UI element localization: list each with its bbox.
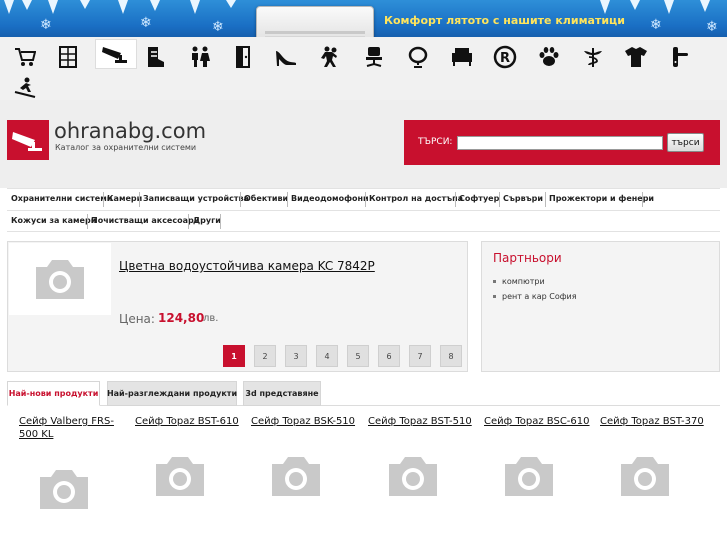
product-card: Сейф Topaz BSC-610: [484, 415, 594, 496]
camera-placeholder-icon: [40, 470, 88, 509]
price-currency: лв.: [203, 313, 219, 324]
nav-item[interactable]: Други: [193, 216, 221, 225]
banner-text: Комфорт лятото с нашите климатици: [384, 14, 625, 27]
nav-item[interactable]: Почистващи аксесоари: [91, 216, 199, 225]
snowflake-icon: ❄: [40, 17, 52, 33]
price-value: 124,80: [158, 311, 205, 325]
search-label: ТЪРСИ:: [418, 137, 453, 147]
category-people-icon[interactable]: [185, 42, 215, 72]
category-icon-bar: R: [0, 37, 727, 100]
product-card: Сейф Topaz BST-370: [600, 415, 710, 496]
product-name[interactable]: Сейф Topaz BSK-510: [251, 415, 361, 428]
product-thumbnail[interactable]: [494, 450, 564, 502]
pager-button-8[interactable]: 8: [440, 345, 462, 367]
tab-3d-view[interactable]: 3d представяне: [243, 381, 321, 406]
security-camera-icon: [12, 132, 42, 151]
category-door-handle-icon[interactable]: [664, 42, 694, 72]
pager-button-1[interactable]: 1: [223, 345, 245, 367]
nav-item[interactable]: Контрол на достъпа: [369, 194, 463, 203]
logo[interactable]: [7, 120, 49, 160]
featured-product-title[interactable]: Цветна водоустойчива камера KC 7842P: [119, 259, 375, 273]
site-header: ohranabg.com Каталог за охранителни сист…: [0, 100, 727, 188]
site-name[interactable]: ohranabg.com: [54, 119, 206, 143]
category-dancers-icon[interactable]: [315, 42, 345, 72]
camera-placeholder-icon: [156, 457, 204, 496]
promo-banner[interactable]: ❄ ❄ ❄ ❄ ❄ Комфорт лятото с нашите климат…: [0, 0, 727, 42]
partner-link[interactable]: компютри: [493, 277, 545, 286]
product-card: Сейф Topaz BST-610: [135, 415, 245, 496]
camera-placeholder-icon: [505, 457, 553, 496]
category-high-heel-icon[interactable]: [271, 42, 301, 72]
category-skier-icon[interactable]: [10, 73, 40, 103]
product-thumbnail[interactable]: [145, 450, 215, 502]
pager-button-6[interactable]: 6: [378, 345, 400, 367]
nav-item[interactable]: Обективи: [244, 194, 288, 203]
product-thumbnail[interactable]: [261, 450, 331, 502]
pager-button-4[interactable]: 4: [316, 345, 338, 367]
product-card: Сейф Topaz BSK-510: [251, 415, 361, 496]
product-tabs: Най-нови продукти Най-разглеждани продук…: [7, 381, 720, 406]
partner-link[interactable]: рент а кар София: [493, 292, 577, 301]
pager-button-2[interactable]: 2: [254, 345, 276, 367]
tab-most-viewed-products[interactable]: Най-разглеждани продукти: [107, 381, 237, 406]
category-security-camera-icon[interactable]: [95, 39, 137, 69]
snowflake-icon: ❄: [212, 19, 224, 35]
tab-newest-products[interactable]: Най-нови продукти: [7, 381, 100, 406]
category-safe-icon[interactable]: [53, 42, 83, 72]
pager-button-3[interactable]: 3: [285, 345, 307, 367]
product-name[interactable]: Сейф Topaz BST-370: [600, 415, 710, 428]
site-tagline: Каталог за охранителни системи: [55, 143, 197, 152]
product-name[interactable]: Сейф Valberg FRS-500 KL: [19, 415, 119, 441]
nav-item[interactable]: Кожуси за камери: [11, 216, 96, 225]
partners-title: Партньори: [493, 251, 562, 265]
category-tshirt-icon[interactable]: [621, 42, 651, 72]
search-panel: ТЪРСИ: търси: [404, 120, 720, 165]
category-paw-icon[interactable]: [534, 42, 564, 72]
category-mirror-icon[interactable]: [403, 42, 433, 72]
category-office-chair-icon[interactable]: [359, 42, 389, 72]
nav-item[interactable]: Охранителни системи: [11, 194, 112, 203]
partners-box: Партньори компютри рент а кар София: [481, 241, 720, 372]
camera-placeholder-icon: [36, 260, 84, 299]
category-door-icon[interactable]: [228, 42, 258, 72]
nav-item[interactable]: Камери: [107, 194, 142, 203]
product-name[interactable]: Сейф Topaz BSC-610: [484, 415, 594, 428]
search-input[interactable]: [457, 136, 663, 150]
product-thumbnail[interactable]: [610, 450, 680, 502]
category-caduceus-icon[interactable]: [578, 42, 608, 72]
featured-product: Цветна водоустойчива камера KC 7842P Цен…: [7, 241, 468, 372]
search-button[interactable]: търси: [667, 133, 704, 152]
nav-item[interactable]: Видеодомофони: [291, 194, 369, 203]
product-card: Сейф Valberg FRS-500 KL: [19, 415, 129, 509]
pager-button-5[interactable]: 5: [347, 345, 369, 367]
category-cart-icon[interactable]: [10, 42, 40, 72]
camera-placeholder-icon: [621, 457, 669, 496]
product-name[interactable]: Сейф Topaz BST-610: [135, 415, 245, 428]
product-card: Сейф Topaz BST-510: [368, 415, 478, 496]
snowflake-icon: ❄: [706, 19, 718, 35]
price-label: Цена:: [119, 312, 155, 326]
nav-item[interactable]: Прожектори и фенери: [549, 194, 654, 203]
nav-row: Кожуси за камери Почистващи аксесоари Др…: [7, 210, 720, 232]
pager-button-7[interactable]: 7: [409, 345, 431, 367]
product-thumbnail[interactable]: [378, 450, 448, 502]
category-boot-icon[interactable]: [141, 42, 171, 72]
product-name[interactable]: Сейф Topaz BST-510: [368, 415, 478, 428]
category-armchair-icon[interactable]: [447, 42, 477, 72]
camera-placeholder-icon: [389, 457, 437, 496]
nav-item[interactable]: Записващи устройства: [143, 194, 249, 203]
page: ❄ ❄ ❄ ❄ ❄ Комфорт лятото с нашите климат…: [0, 0, 727, 545]
camera-placeholder-icon: [272, 457, 320, 496]
nav-item[interactable]: Сървъри: [503, 194, 543, 203]
svg-text:R: R: [500, 51, 510, 66]
nav-row: Охранителни системи Камери Записващи уст…: [7, 188, 720, 210]
nav-item[interactable]: Софтуер: [459, 194, 499, 203]
snowflake-icon: ❄: [140, 15, 152, 31]
product-thumbnail[interactable]: [29, 463, 99, 515]
product-thumbnail[interactable]: [9, 243, 111, 315]
category-registered-icon[interactable]: R: [490, 42, 520, 72]
snowflake-icon: ❄: [650, 17, 662, 33]
